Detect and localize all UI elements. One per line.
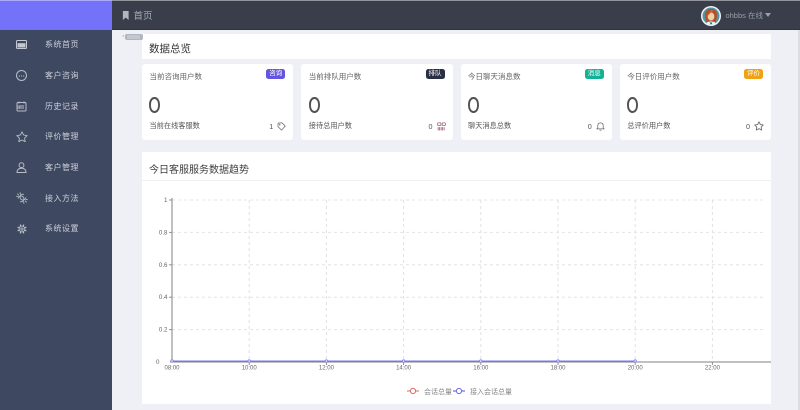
- svg-text:0.8: 0.8: [159, 229, 168, 236]
- svg-text:18:00: 18:00: [550, 365, 566, 371]
- svg-text:12:00: 12:00: [319, 365, 335, 371]
- svg-text:10:00: 10:00: [242, 365, 258, 371]
- svg-text:会话总量: 会话总量: [424, 387, 452, 396]
- svg-text:0: 0: [156, 359, 160, 366]
- svg-text:接入会话总量: 接入会话总量: [470, 387, 512, 396]
- svg-text:0.4: 0.4: [159, 294, 168, 301]
- svg-text:08:00: 08:00: [164, 365, 180, 371]
- svg-text:14:00: 14:00: [396, 365, 412, 371]
- svg-text:0.6: 0.6: [159, 262, 168, 269]
- svg-text:0.2: 0.2: [159, 327, 168, 334]
- svg-text:16:00: 16:00: [473, 365, 489, 371]
- svg-text:1: 1: [164, 197, 168, 204]
- svg-text:22:00: 22:00: [705, 365, 721, 371]
- svg-text:20:00: 20:00: [628, 365, 644, 371]
